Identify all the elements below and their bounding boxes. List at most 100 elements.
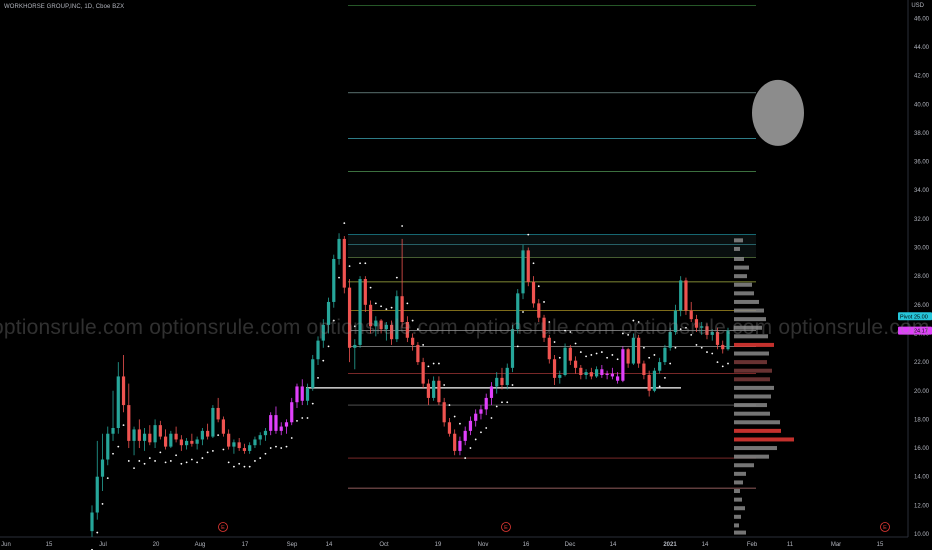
sar-dot xyxy=(180,462,183,465)
candle-body xyxy=(158,425,162,437)
candle-body xyxy=(142,433,147,441)
sar-dot xyxy=(359,262,361,265)
sar-dot xyxy=(448,404,451,406)
time-tick-label-2: Jul xyxy=(99,542,107,548)
volume-profile-bar xyxy=(734,246,740,251)
sar-dot xyxy=(369,286,372,289)
candle-body xyxy=(200,430,204,440)
time-tick-label-0: Jun xyxy=(1,542,11,548)
candle-body xyxy=(111,428,115,434)
sar-dot xyxy=(101,503,104,505)
candle-body xyxy=(463,430,467,441)
candle-body xyxy=(568,347,572,361)
sar-dot xyxy=(469,447,472,449)
candle-body xyxy=(363,279,367,305)
sar-dot xyxy=(558,356,561,359)
sar-dot xyxy=(290,437,293,439)
time-tick-label-16: Feb xyxy=(747,542,758,548)
time-tick-label-9: 19 xyxy=(435,542,442,548)
candle-body xyxy=(658,362,662,371)
volume-profile-bar xyxy=(734,360,767,365)
candle-body xyxy=(227,433,231,447)
candle-body xyxy=(279,426,283,431)
candle-body xyxy=(353,344,357,348)
candle-body xyxy=(121,376,126,406)
sar-dot xyxy=(711,352,714,355)
candle-body xyxy=(305,387,310,401)
time-tick-label-6: Sep xyxy=(287,542,298,548)
volume-profile-bar xyxy=(734,420,780,425)
sar-dot xyxy=(296,419,298,422)
volume-profile-bar xyxy=(734,471,746,476)
sar-dot xyxy=(511,384,514,386)
sar-dot xyxy=(574,342,577,345)
sar-dot xyxy=(322,359,325,362)
candle-body xyxy=(489,386,494,398)
candle-body xyxy=(437,380,441,403)
sar-dot xyxy=(201,457,204,459)
sar-dot xyxy=(112,452,114,455)
candle-body xyxy=(174,433,178,440)
volume-profile-bar xyxy=(734,463,754,468)
earnings-marker-label-0: E xyxy=(221,525,225,531)
sar-dot xyxy=(527,233,530,236)
candle-body xyxy=(589,372,593,377)
sar-dot xyxy=(159,451,162,454)
volume-profile-bar xyxy=(734,291,754,296)
sar-dot xyxy=(196,461,199,464)
sar-dot xyxy=(243,465,246,468)
candle-body xyxy=(626,349,630,364)
candle-body xyxy=(610,373,614,377)
sar-dot xyxy=(443,384,446,386)
candle-body xyxy=(521,250,525,294)
price-chart[interactable]: 46.00 44.00 42.00 40.00 38.00 36.00 34.00 32.00… xyxy=(0,0,932,550)
candle-body xyxy=(237,442,241,449)
time-tick-label-14: 2021 xyxy=(663,542,677,548)
volume-profile-bar xyxy=(734,274,747,279)
sar-dot xyxy=(275,445,277,448)
sar-dot xyxy=(327,345,330,348)
circle-annotation xyxy=(752,79,804,146)
candle-body xyxy=(137,429,141,441)
sar-dot xyxy=(459,422,461,425)
sar-dot xyxy=(133,467,135,470)
sar-dot xyxy=(374,302,377,305)
sar-dot xyxy=(532,262,535,265)
price-tick-label-15: 16.00 xyxy=(914,446,930,452)
earnings-markers: EEE xyxy=(218,522,890,532)
sar-dot xyxy=(117,445,120,448)
sar-dot xyxy=(700,346,703,349)
time-tick-label-13: 14 xyxy=(610,542,617,548)
sar-dot xyxy=(395,276,398,279)
sar-dot xyxy=(164,461,167,464)
time-tick-label-5: 17 xyxy=(242,542,249,548)
candle-body xyxy=(132,429,136,441)
sar-dot xyxy=(211,450,214,452)
sar-dot xyxy=(311,402,314,405)
price-tick-label-18: 10.00 xyxy=(914,532,930,538)
time-tick-label-15: 14 xyxy=(702,542,709,548)
candle-body xyxy=(479,409,483,414)
sar-dot xyxy=(480,431,482,434)
volume-profile-bar xyxy=(734,256,744,261)
candle-body xyxy=(500,377,504,386)
sar-dot xyxy=(606,356,609,359)
price-tick-label-17: 12.00 xyxy=(914,503,930,509)
volume-profile-bar xyxy=(734,480,743,485)
price-tick-label-2: 42.00 xyxy=(914,74,930,80)
sar-dot xyxy=(501,401,503,404)
time-tick-label-10: Nov xyxy=(478,542,489,548)
candle-body xyxy=(216,407,220,420)
sar-dot xyxy=(385,308,388,311)
volume-profile-bar xyxy=(734,506,745,511)
candle-body xyxy=(468,420,473,431)
candle-body xyxy=(269,415,273,431)
candle-body xyxy=(116,376,120,428)
time-tick-label-3: 20 xyxy=(153,542,160,548)
price-tick-label-16: 14.00 xyxy=(914,475,930,481)
sar-dot xyxy=(248,465,251,468)
candle-body xyxy=(505,367,509,386)
candle-body xyxy=(311,359,315,388)
sar-dot xyxy=(664,376,666,379)
chart-title: WORKHORSE GROUP,INC, 1D, Cboe BZX xyxy=(4,4,125,10)
